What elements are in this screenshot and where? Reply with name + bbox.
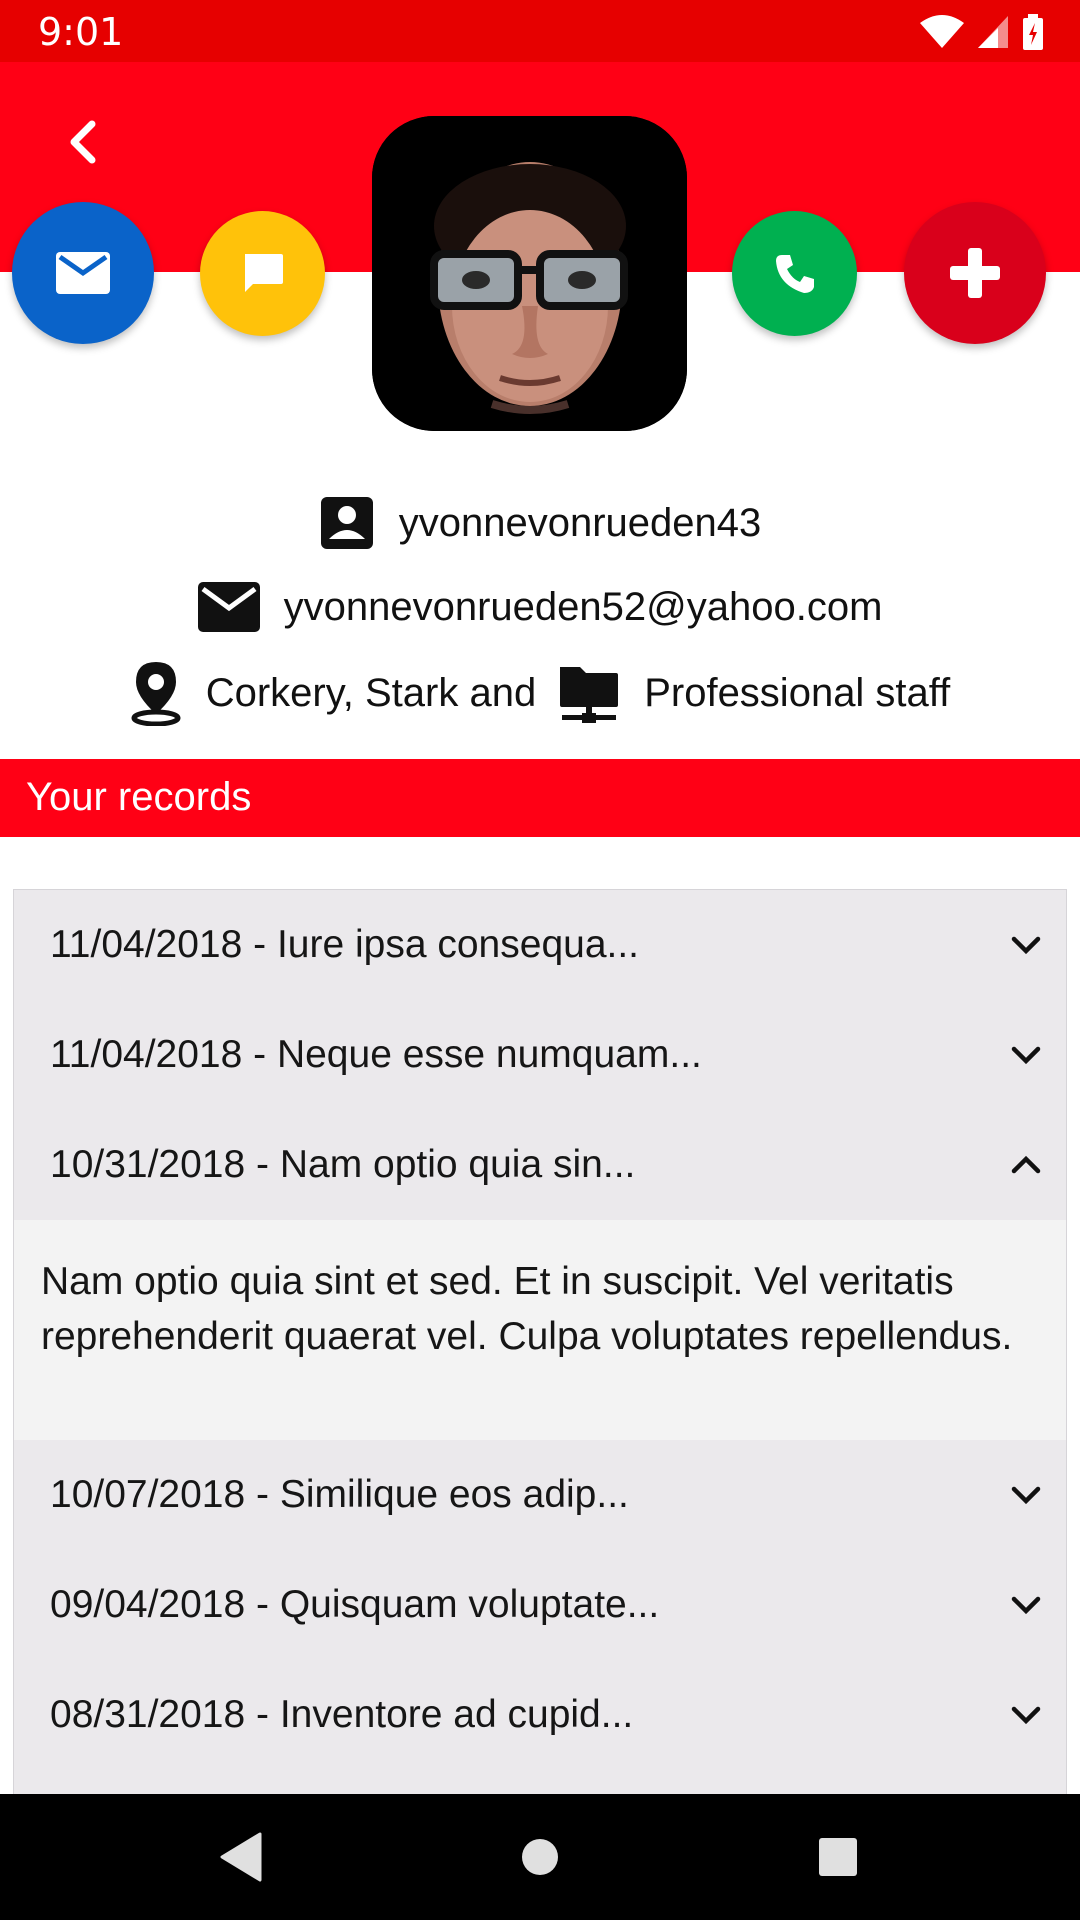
records-header: Your records: [0, 759, 1080, 837]
navigation-bar: [0, 1794, 1080, 1920]
record-label: 11/04/2018 - Iure ipsa consequa...: [50, 923, 640, 966]
chevron-down-icon: [1011, 936, 1041, 955]
list-item[interactable]: 11/04/2018 - Iure ipsa consequa...: [14, 890, 1066, 1000]
triangle-back-icon: [220, 1832, 262, 1882]
back-button[interactable]: [52, 112, 112, 172]
list-item-expanded[interactable]: 10/31/2018 - Nam optio quia sin...: [14, 1110, 1066, 1220]
mail-icon: [56, 252, 110, 294]
record-details: Nam optio quia sint et sed. Et in suscip…: [14, 1220, 1066, 1440]
record-label: 09/04/2018 - Quisquam voluptate...: [50, 1583, 660, 1626]
nav-home-button[interactable]: [507, 1824, 573, 1890]
username-text: yvonnevonrueden43: [398, 500, 762, 545]
status-bar: 9:01: [0, 0, 1080, 62]
folder-network-icon: [558, 661, 620, 725]
nav-recents-button[interactable]: [805, 1824, 871, 1890]
records-list[interactable]: 11/04/2018 - Iure ipsa consequa... 11/04…: [13, 889, 1067, 1794]
signal-icon: [978, 16, 1008, 48]
list-item[interactable]: 11/04/2018 - Neque esse numquam...: [14, 1000, 1066, 1110]
role-text: Professional staff: [644, 670, 951, 715]
email-button[interactable]: [12, 202, 154, 344]
chat-bubble-icon: [244, 253, 283, 292]
list-item[interactable]: 10/07/2018 - Similique eos adip...: [14, 1440, 1066, 1550]
chevron-down-icon: [1011, 1486, 1041, 1505]
list-item[interactable]: 08/31/2018 - Inventore ad cupid...: [14, 1660, 1066, 1770]
message-button[interactable]: [200, 211, 325, 336]
status-icons: [920, 14, 1044, 50]
add-button[interactable]: [904, 202, 1046, 344]
square-recents-icon: [819, 1838, 857, 1876]
plus-icon: [950, 248, 1000, 298]
username-row: yvonnevonrueden43: [0, 492, 1080, 554]
nav-back-button[interactable]: [207, 1824, 273, 1890]
arrow-back-icon: [70, 120, 96, 164]
records-title: Your records: [26, 775, 252, 819]
battery-icon: [1023, 14, 1043, 50]
status-time: 9:01: [38, 10, 124, 54]
phone-icon: [775, 254, 814, 293]
avatar: [372, 116, 687, 431]
mail-icon: [197, 582, 260, 632]
location-pin-icon: [130, 660, 182, 726]
record-label: 11/04/2018 - Neque esse numquam...: [50, 1033, 702, 1076]
account-box-icon: [319, 495, 375, 551]
wifi-icon: [920, 15, 964, 48]
record-label: 08/31/2018 - Inventore ad cupid...: [50, 1693, 634, 1736]
record-label: 10/07/2018 - Similique eos adip...: [50, 1473, 629, 1516]
record-label: 10/31/2018 - Nam optio quia sin...: [50, 1143, 636, 1186]
list-item[interactable]: 09/04/2018 - Quisquam voluptate...: [14, 1550, 1066, 1660]
chevron-down-icon: [1011, 1596, 1041, 1615]
chevron-down-icon: [1011, 1706, 1041, 1725]
email-text: yvonnevonrueden52@yahoo.com: [283, 584, 883, 629]
chevron-down-icon: [1011, 1046, 1041, 1065]
organization-row: Corkery, Stark and Professional staff: [0, 660, 1080, 726]
profile-photo: [372, 116, 687, 431]
chevron-up-icon: [1011, 1155, 1041, 1174]
call-button[interactable]: [732, 211, 857, 336]
email-row: yvonnevonrueden52@yahoo.com: [0, 576, 1080, 638]
circle-home-icon: [522, 1839, 558, 1875]
company-text: Corkery, Stark and: [205, 670, 537, 715]
